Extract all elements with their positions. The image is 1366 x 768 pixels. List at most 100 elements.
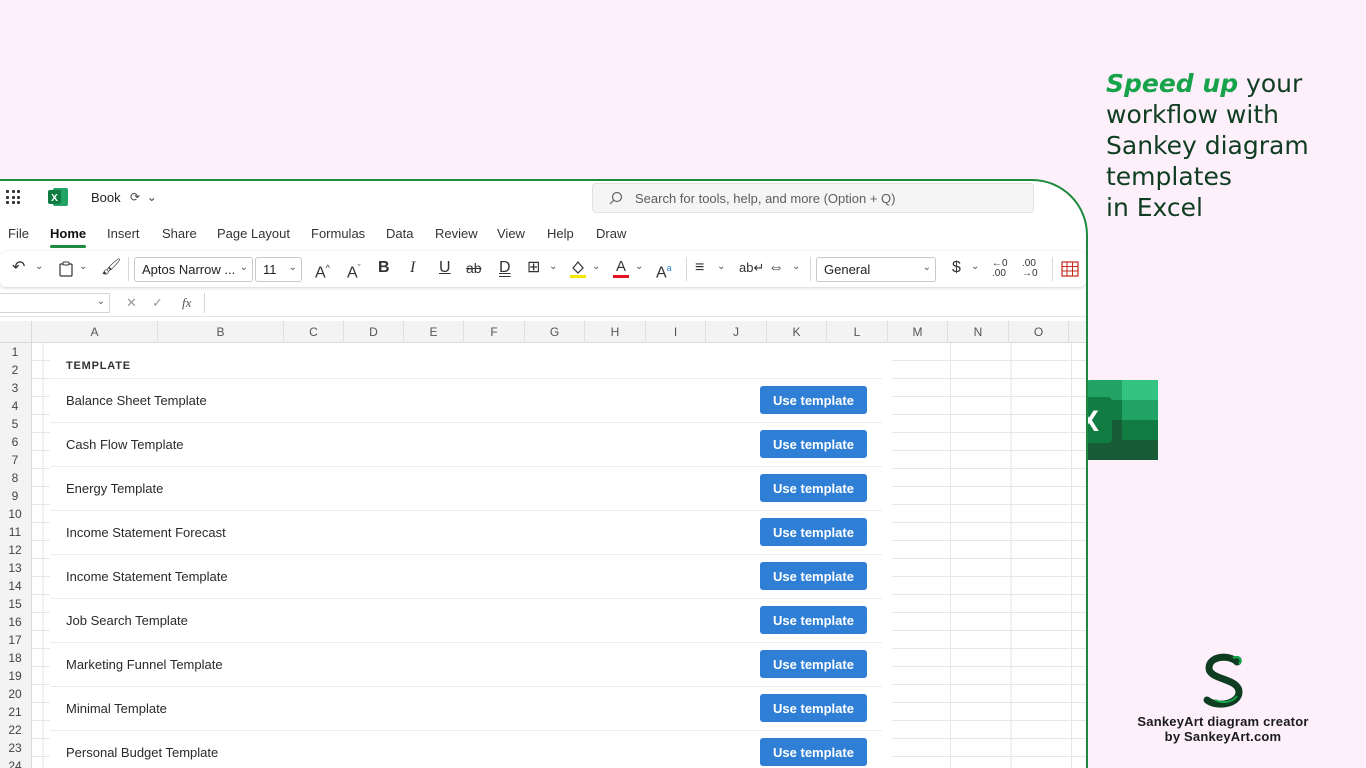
workbook-title[interactable]: Book <box>91 190 121 205</box>
row-header[interactable]: 3 <box>0 379 32 397</box>
row-header[interactable]: 23 <box>0 739 32 757</box>
row-header[interactable]: 22 <box>0 721 32 739</box>
use-template-button[interactable]: Use template <box>760 694 867 722</box>
tab-view[interactable]: View <box>497 226 525 241</box>
tab-page-layout[interactable]: Page Layout <box>217 226 290 241</box>
row-header[interactable]: 24 <box>0 757 32 768</box>
decrease-font-size-icon[interactable]: Aˇ <box>347 259 361 282</box>
increase-decimal-icon[interactable]: .00 →0 <box>1022 259 1038 279</box>
undo-dropdown-chevron-icon[interactable]: ⌄ <box>35 261 43 272</box>
increase-font-size-icon[interactable]: A^ <box>315 259 330 282</box>
use-template-button[interactable]: Use template <box>760 606 867 634</box>
column-header[interactable]: L <box>827 321 888 343</box>
search-box[interactable]: Search for tools, help, and more (Option… <box>592 183 1034 213</box>
insert-function-icon[interactable]: fx <box>182 295 191 311</box>
use-template-button[interactable]: Use template <box>760 650 867 678</box>
confirm-entry-icon[interactable]: ✓ <box>152 295 163 311</box>
row-header[interactable]: 15 <box>0 595 32 613</box>
fill-color-icon[interactable] <box>569 259 587 279</box>
row-header[interactable]: 7 <box>0 451 32 469</box>
column-header[interactable]: I <box>646 321 706 343</box>
row-header[interactable]: 2 <box>0 361 32 379</box>
row-header[interactable]: 14 <box>0 577 32 595</box>
bold-button[interactable]: B <box>378 259 390 277</box>
fill-color-chevron-icon[interactable]: ⌄ <box>592 261 600 272</box>
font-color-icon[interactable]: A <box>612 258 630 279</box>
tab-file[interactable]: File <box>8 226 29 241</box>
row-header[interactable]: 21 <box>0 703 32 721</box>
row-header[interactable]: 1 <box>0 343 32 361</box>
row-header[interactable]: 5 <box>0 415 32 433</box>
column-header[interactable]: M <box>888 321 948 343</box>
column-header[interactable]: H <box>585 321 646 343</box>
number-format-select[interactable]: General ⌄ <box>816 257 936 282</box>
align-chevron-icon[interactable]: ⌄ <box>717 261 725 272</box>
font-size-select[interactable]: 11 ⌄ <box>255 257 302 282</box>
column-header[interactable]: B <box>158 321 284 343</box>
row-header[interactable]: 12 <box>0 541 32 559</box>
tab-help[interactable]: Help <box>547 226 574 241</box>
tab-home[interactable]: Home <box>50 226 87 248</box>
double-underline-button[interactable]: D <box>499 259 511 277</box>
font-color-chevron-icon[interactable]: ⌄ <box>635 261 643 272</box>
paste-dropdown-chevron-icon[interactable]: ⌄ <box>79 261 87 272</box>
undo-icon[interactable]: ↶ <box>12 259 25 277</box>
column-header[interactable]: J <box>706 321 767 343</box>
excel-badge-icon[interactable]: X <box>48 188 68 206</box>
merge-cells-icon[interactable]: ⇔ <box>768 259 784 277</box>
use-template-button[interactable]: Use template <box>760 738 867 766</box>
italic-button[interactable]: I <box>410 259 415 277</box>
strikethrough-button[interactable]: ab <box>466 259 482 277</box>
row-header[interactable]: 13 <box>0 559 32 577</box>
borders-dropdown-chevron-icon[interactable]: ⌄ <box>549 261 557 272</box>
formula-input[interactable] <box>204 293 1086 313</box>
use-template-button[interactable]: Use template <box>760 518 867 546</box>
align-icon[interactable]: ≡ <box>695 259 704 277</box>
row-header[interactable]: 20 <box>0 685 32 703</box>
use-template-button[interactable]: Use template <box>760 562 867 590</box>
font-name-select[interactable]: Aptos Narrow ... ⌄ <box>134 257 253 282</box>
row-header[interactable]: 6 <box>0 433 32 451</box>
underline-button[interactable]: U <box>439 259 451 277</box>
borders-icon[interactable]: ⊞ <box>527 259 540 277</box>
name-box[interactable]: ⌄ <box>0 293 110 313</box>
row-header[interactable]: 10 <box>0 505 32 523</box>
tab-draw[interactable]: Draw <box>596 226 626 241</box>
row-header[interactable]: 11 <box>0 523 32 541</box>
tab-review[interactable]: Review <box>435 226 478 241</box>
cancel-entry-icon[interactable]: ✕ <box>126 295 137 311</box>
currency-button[interactable]: $ <box>952 259 961 277</box>
column-header[interactable]: K <box>767 321 827 343</box>
column-header[interactable]: F <box>464 321 525 343</box>
row-header[interactable]: 19 <box>0 667 32 685</box>
row-header[interactable]: 8 <box>0 469 32 487</box>
column-header[interactable]: G <box>525 321 585 343</box>
column-header[interactable]: E <box>404 321 464 343</box>
text-effects-icon[interactable]: Aa <box>656 259 672 282</box>
wrap-text-icon[interactable]: ab↵ <box>739 259 764 277</box>
paste-icon[interactable] <box>58 261 74 277</box>
column-header[interactable]: O <box>1009 321 1069 343</box>
use-template-button[interactable]: Use template <box>760 386 867 414</box>
tab-formulas[interactable]: Formulas <box>311 226 365 241</box>
column-header[interactable]: D <box>344 321 404 343</box>
tab-insert[interactable]: Insert <box>107 226 140 241</box>
use-template-button[interactable]: Use template <box>760 430 867 458</box>
currency-chevron-icon[interactable]: ⌄ <box>971 261 979 272</box>
row-header[interactable]: 9 <box>0 487 32 505</box>
column-header[interactable]: N <box>948 321 1009 343</box>
tab-share[interactable]: Share <box>162 226 197 241</box>
row-header[interactable]: 16 <box>0 613 32 631</box>
format-painter-icon[interactable]: 🖌 <box>101 259 121 277</box>
conditional-formatting-icon[interactable] <box>1061 261 1079 277</box>
merge-chevron-icon[interactable]: ⌄ <box>792 261 800 272</box>
select-all-corner[interactable] <box>0 321 32 343</box>
column-header[interactable]: C <box>284 321 344 343</box>
use-template-button[interactable]: Use template <box>760 474 867 502</box>
row-header[interactable]: 18 <box>0 649 32 667</box>
tab-data[interactable]: Data <box>386 226 413 241</box>
column-header[interactable]: A <box>32 321 158 343</box>
app-launcher-icon[interactable] <box>6 190 20 204</box>
autosave-status-icon[interactable]: ⟳ ⌄ <box>130 190 157 204</box>
row-header[interactable]: 17 <box>0 631 32 649</box>
